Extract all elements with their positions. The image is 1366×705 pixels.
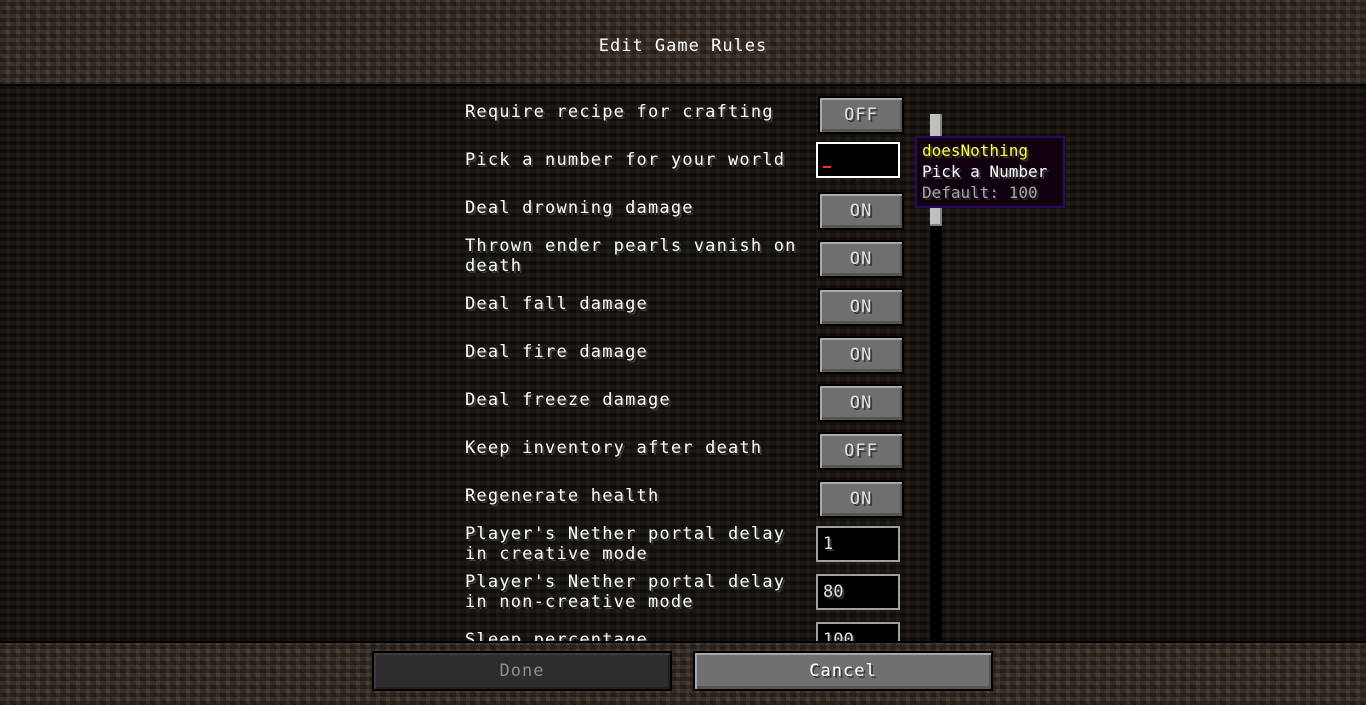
rule-toggle-button[interactable]: ON	[818, 336, 904, 374]
rule-label: Deal freeze damage	[465, 390, 671, 410]
rule-label: Require recipe for crafting	[465, 102, 774, 122]
rule-number-input[interactable]: 100	[816, 622, 900, 641]
tooltip-default: Default: 100	[922, 183, 1038, 202]
rule-label: Player's Nether portal delay in non-crea…	[465, 572, 786, 612]
rule-row: Regenerate health ON	[465, 480, 905, 520]
rule-toggle-button[interactable]: OFF	[818, 96, 904, 134]
cancel-button[interactable]: Cancel	[693, 651, 993, 691]
rule-label: Sleep percentage	[465, 630, 648, 641]
rule-label: Pick a number for your world	[465, 150, 786, 170]
rule-tooltip: doesNothing Pick a Number Default: 100	[915, 136, 1065, 208]
rule-number-input[interactable]: 80	[816, 574, 900, 610]
footer-bar	[0, 641, 1366, 705]
rule-label: Regenerate health	[465, 486, 660, 506]
rule-label: Player's Nether portal delay in creative…	[465, 524, 786, 564]
rule-label: Deal drowning damage	[465, 198, 694, 218]
rule-number-input[interactable]: 1	[816, 526, 900, 562]
rule-toggle-button[interactable]: ON	[818, 192, 904, 230]
rule-number-input[interactable]	[816, 142, 900, 178]
screen-title: Edit Game Rules	[598, 36, 768, 56]
rule-row: Deal freeze damage ON	[465, 384, 905, 424]
rule-toggle-button[interactable]: ON	[818, 288, 904, 326]
rule-toggle-button[interactable]: ON	[818, 240, 904, 278]
rule-row: Pick a number for your world	[465, 142, 905, 184]
done-button[interactable]: Done	[372, 651, 672, 691]
rules-list[interactable]: Require recipe for crafting OFF Pick a n…	[0, 86, 1366, 641]
rule-label: Thrown ender pearls vanish on death	[465, 236, 797, 276]
rule-toggle-button[interactable]: OFF	[818, 432, 904, 470]
rule-row: Player's Nether portal delay in non-crea…	[465, 572, 905, 616]
rule-row: Thrown ender pearls vanish on death ON	[465, 236, 905, 280]
rule-row: Deal fire damage ON	[465, 336, 905, 376]
rule-label: Deal fire damage	[465, 342, 648, 362]
rule-row: Require recipe for crafting OFF	[465, 96, 905, 136]
tooltip-description: Pick a Number	[922, 162, 1048, 181]
rule-label: Deal fall damage	[465, 294, 648, 314]
rule-row: Deal fall damage ON	[465, 288, 905, 328]
rule-label: Keep inventory after death	[465, 438, 763, 458]
rule-toggle-button[interactable]: ON	[818, 480, 904, 518]
tooltip-rule-name: doesNothing	[922, 141, 1028, 160]
text-cursor	[823, 166, 831, 168]
rule-row: Keep inventory after death OFF	[465, 432, 905, 472]
rule-row: Sleep percentage 100	[465, 622, 905, 641]
rule-row: Deal drowning damage ON	[465, 192, 905, 232]
rule-toggle-button[interactable]: ON	[818, 384, 904, 422]
rule-row: Player's Nether portal delay in creative…	[465, 524, 905, 568]
